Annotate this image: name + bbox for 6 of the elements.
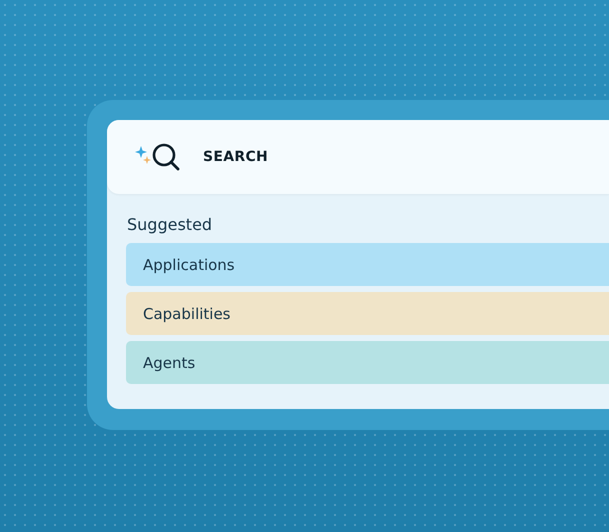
section-heading: Suggested bbox=[126, 214, 214, 236]
search-label: SEARCH bbox=[203, 149, 268, 165]
suggestion-item[interactable]: Capabilities bbox=[126, 292, 609, 335]
search-field[interactable]: SEARCH bbox=[107, 120, 609, 194]
suggestion-item[interactable]: Agents bbox=[126, 341, 609, 384]
suggestion-item[interactable]: Applications bbox=[126, 243, 609, 286]
